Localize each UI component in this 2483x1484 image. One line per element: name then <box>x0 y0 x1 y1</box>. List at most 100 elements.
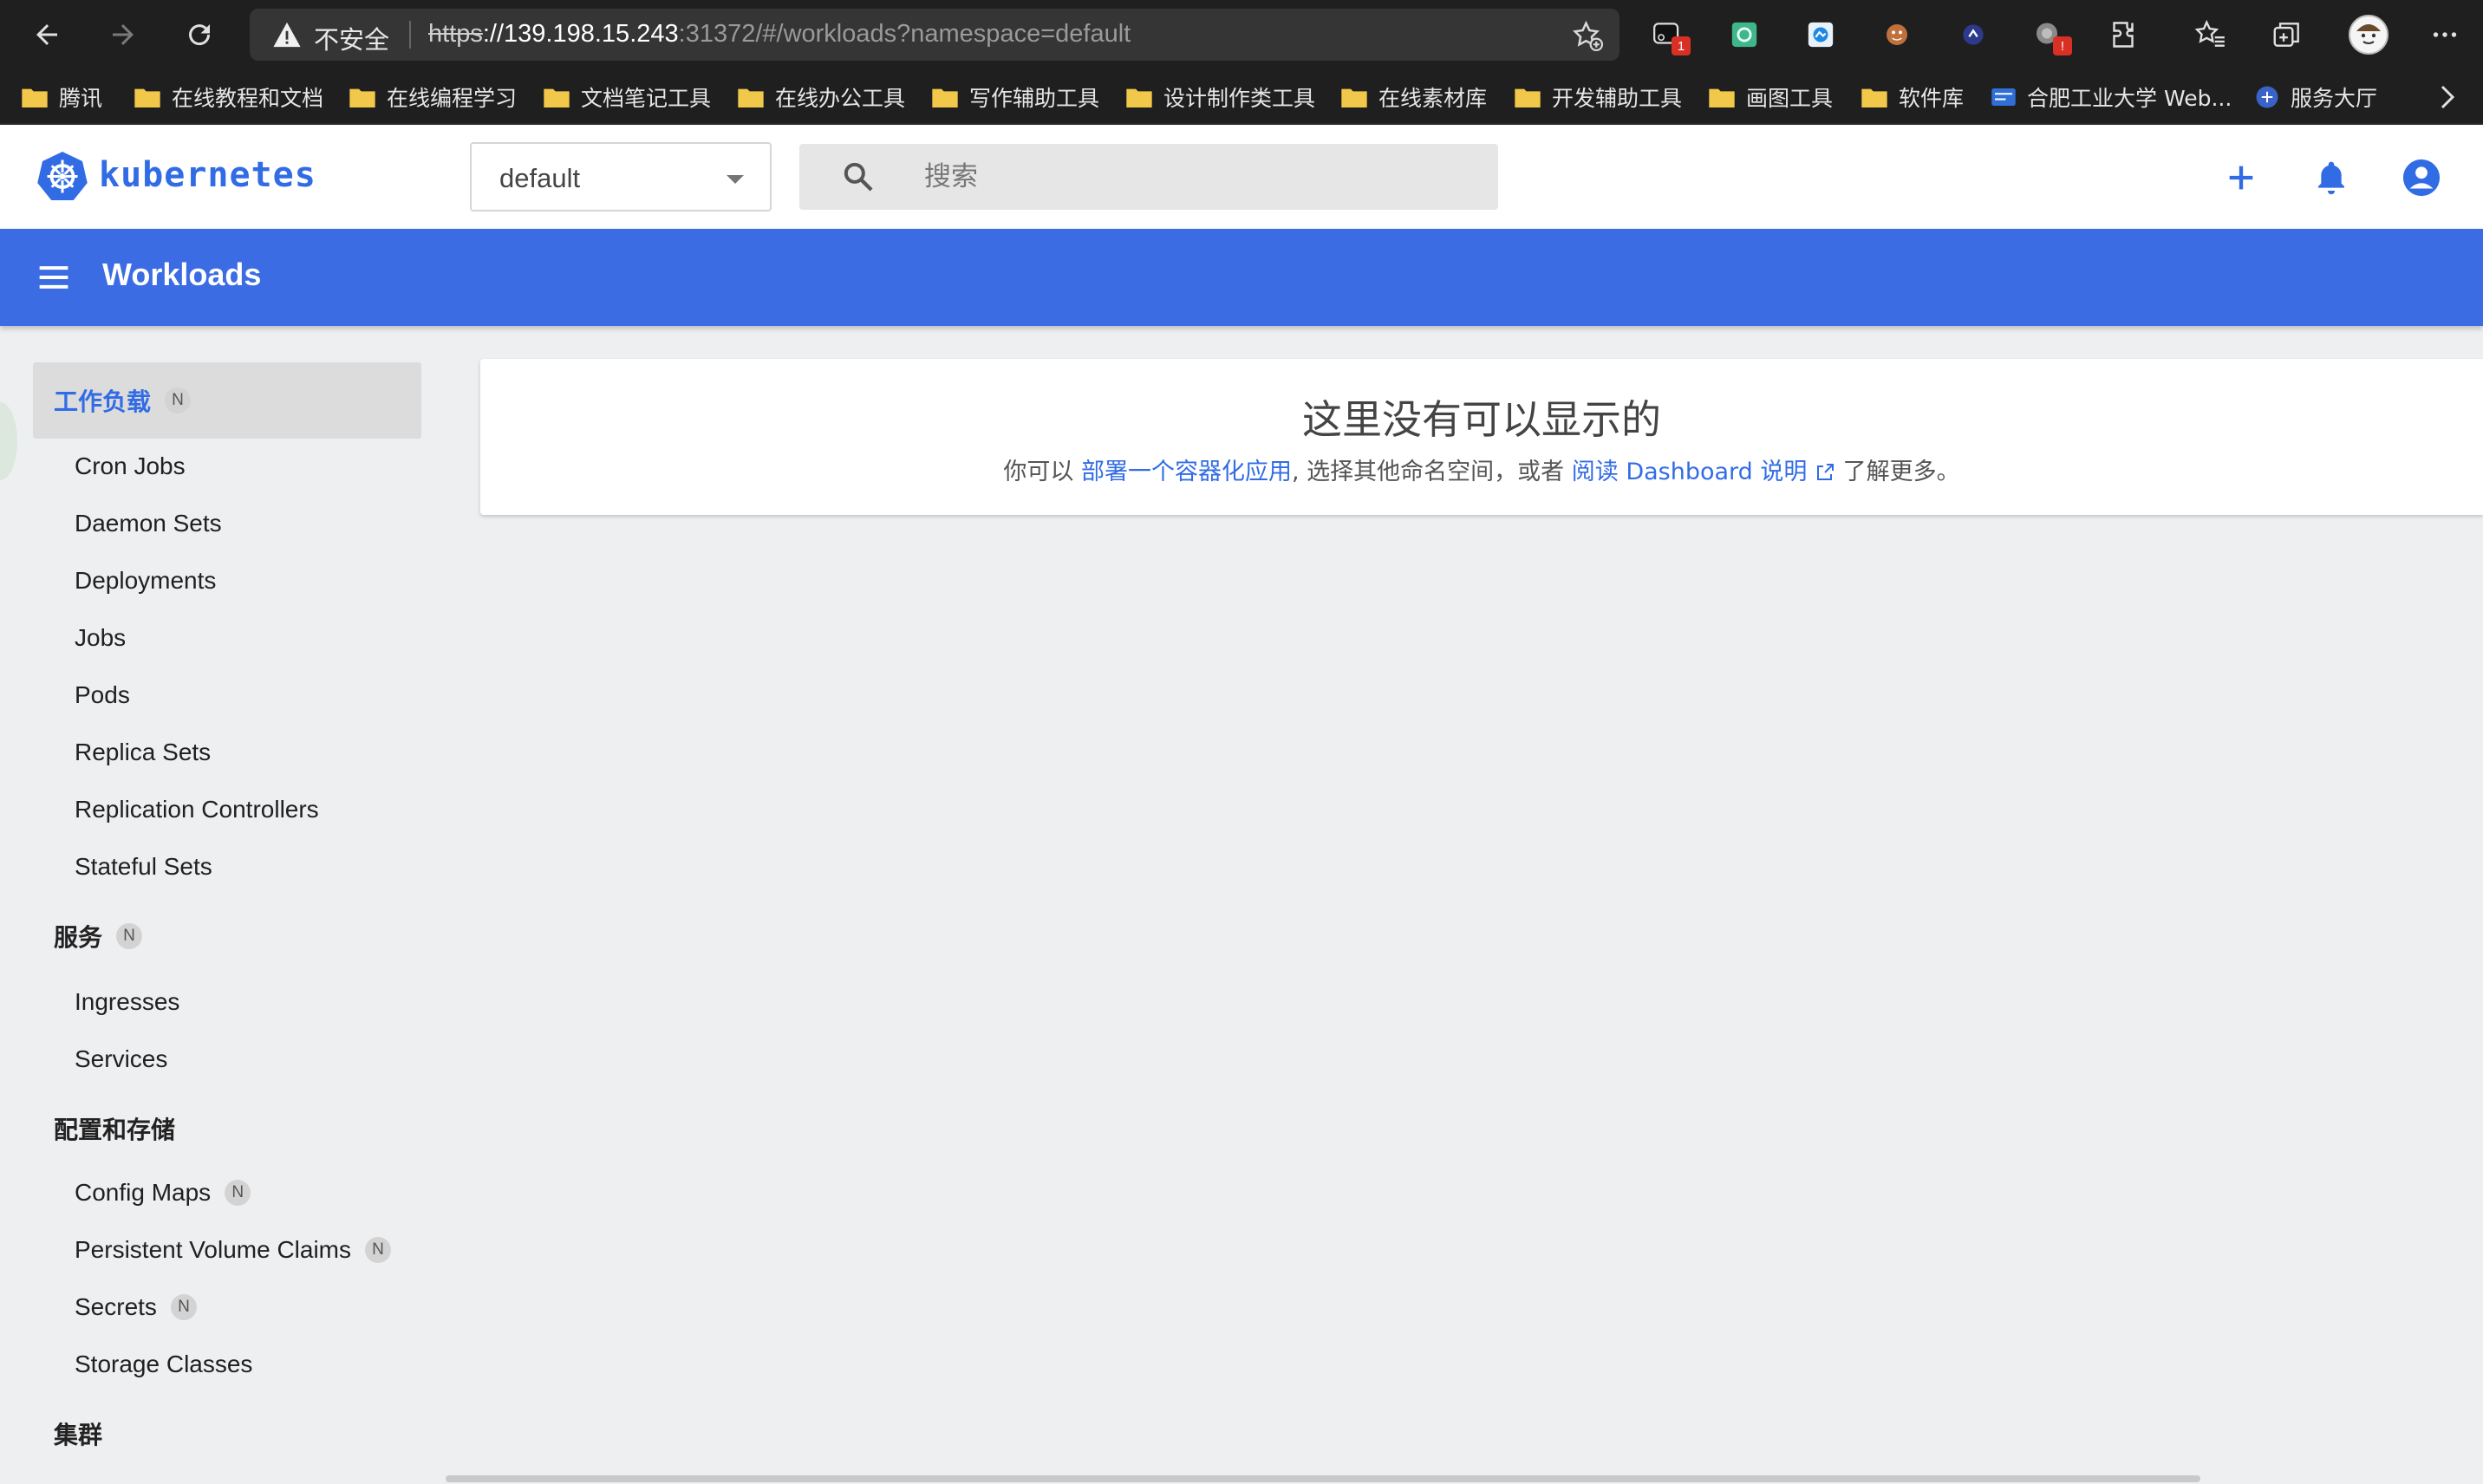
bookmark-folder[interactable]: 设计制作类工具 <box>1125 80 1315 114</box>
hamburger-menu-icon[interactable] <box>35 260 73 299</box>
bookmark-label: 腾讯 <box>59 86 103 111</box>
sidebar-section-services[interactable]: 服务 N <box>54 919 143 954</box>
sidebar-item-label: Stateful Sets <box>75 853 212 880</box>
bookmark-folder[interactable]: 在线编程学习 <box>349 80 517 114</box>
bookmark-label: 文档笔记工具 <box>581 86 712 111</box>
namespaced-badge: N <box>365 1237 392 1263</box>
search-input[interactable] <box>922 144 1477 210</box>
folder-icon <box>932 88 958 107</box>
back-arrow-icon[interactable] <box>24 12 69 57</box>
folder-icon <box>134 88 160 107</box>
bookmark-site[interactable]: 合肥工业大学 Web... <box>1991 80 2232 114</box>
warning-icon[interactable] <box>272 21 302 53</box>
sidebar-item-cron-jobs[interactable]: Cron Jobs <box>75 452 186 480</box>
sidebar-item-stateful-sets[interactable]: Stateful Sets <box>75 853 212 881</box>
horizontal-scrollbar[interactable] <box>446 1475 2200 1482</box>
bookmarks-bar: 腾讯 在线教程和文档 在线编程学习 文档笔记工具 在线办公工具 写作辅助工具 设… <box>0 69 2483 125</box>
docs-link-label: 阅读 Dashboard 说明 <box>1571 459 1808 485</box>
reload-icon[interactable] <box>177 12 222 57</box>
sidebar-section-label: 工作负载 <box>54 387 152 416</box>
kubernetes-helm-icon <box>37 152 88 200</box>
page-toolbar: Workloads <box>0 229 2483 326</box>
sidebar-section-workloads[interactable]: 工作负载 N <box>54 383 192 418</box>
favorites-icon[interactable] <box>2193 17 2228 52</box>
sidebar-item-ingresses[interactable]: Ingresses <box>75 988 179 1016</box>
folder-icon <box>349 88 375 107</box>
bookmark-folder[interactable]: 在线素材库 <box>1340 80 1487 114</box>
bookmark-label: 服务大厅 <box>2291 86 2378 111</box>
sidebar-section-label: 服务 <box>54 923 103 952</box>
folder-icon <box>1709 88 1735 107</box>
bookmark-folder[interactable]: 软件库 <box>1861 80 1964 114</box>
sidebar-item-config-maps[interactable]: Config Maps N <box>75 1179 251 1207</box>
bookmark-label: 在线素材库 <box>1378 86 1488 111</box>
sidebar-item-secrets[interactable]: Secrets N <box>75 1293 197 1321</box>
empty-state-description: 你可以 部署一个容器化应用, 选择其他命名空间，或者 阅读 Dashboard … <box>480 452 2483 486</box>
sidebar-item-replica-sets[interactable]: Replica Sets <box>75 739 211 766</box>
folder-icon <box>1515 88 1541 107</box>
create-plus-icon[interactable] <box>2219 156 2263 199</box>
bookmark-folder[interactable]: 画图工具 <box>1708 80 1833 114</box>
dashboard-docs-link[interactable]: 阅读 Dashboard 说明 <box>1572 459 1835 485</box>
extension-6-icon[interactable]: ! <box>2032 17 2072 55</box>
empty-state-middle: , 选择其他命名空间，或者 <box>1292 459 1572 485</box>
extension-2-icon[interactable] <box>1727 17 1762 52</box>
bookmark-label: 在线教程和文档 <box>172 86 324 111</box>
search-box[interactable] <box>799 144 1498 210</box>
url-path: :31372/#/workloads?namespace=default <box>678 20 1131 48</box>
extension-5-icon[interactable] <box>1956 17 1991 52</box>
sidebar-item-pods[interactable]: Pods <box>75 681 130 709</box>
bookmark-folder[interactable]: 在线办公工具 <box>737 80 905 114</box>
sidebar-item-persistent-volume-claims[interactable]: Persistent Volume Claims N <box>75 1236 392 1264</box>
sidebar-item-services[interactable]: Services <box>75 1045 167 1073</box>
profile-avatar[interactable] <box>2346 12 2391 57</box>
bookmark-folder[interactable]: 开发辅助工具 <box>1514 80 1682 114</box>
bookmark-label: 合肥工业大学 Web... <box>2027 86 2232 111</box>
namespace-select[interactable]: default <box>470 142 772 212</box>
bookmark-folder[interactable]: 在线教程和文档 <box>134 80 323 114</box>
bookmark-site[interactable]: 服务大厅 <box>2254 80 2377 114</box>
forward-arrow-icon[interactable] <box>101 12 146 57</box>
kubernetes-logo[interactable]: kubernetes <box>36 149 316 201</box>
sidebar-section-cluster[interactable]: 集群 <box>54 1416 102 1451</box>
folder-icon <box>544 88 570 107</box>
empty-state-prefix: 你可以 <box>1003 459 1081 485</box>
sidebar-item-jobs[interactable]: Jobs <box>75 624 126 652</box>
extensions-puzzle-icon[interactable] <box>2108 17 2143 52</box>
extension-1-icon[interactable]: 1 <box>1651 17 1691 55</box>
namespaced-badge: N <box>225 1180 251 1206</box>
insecure-label[interactable]: 不安全 <box>314 20 389 56</box>
more-options-icon[interactable] <box>2428 17 2462 52</box>
account-circle-icon[interactable] <box>2400 156 2443 199</box>
sidebar-item-replication-controllers[interactable]: Replication Controllers <box>75 796 319 823</box>
sidebar-item-label: Cron Jobs <box>75 452 186 479</box>
notifications-bell-icon[interactable] <box>2310 156 2353 199</box>
app-header: kubernetes default <box>0 125 2483 229</box>
bookmark-folder[interactable]: 腾讯 <box>21 80 102 114</box>
address-bar[interactable]: 不安全 https://139.198.15.243:31372/#/workl… <box>250 9 1619 61</box>
bookmark-folder[interactable]: 写作辅助工具 <box>931 80 1099 114</box>
bookmark-label: 在线编程学习 <box>387 86 518 111</box>
sidebar-section-config-storage[interactable]: 配置和存储 <box>54 1111 175 1146</box>
collections-icon[interactable] <box>2270 17 2304 52</box>
namespaced-badge: N <box>116 923 143 949</box>
sidebar-item-daemon-sets[interactable]: Daemon Sets <box>75 510 222 537</box>
folder-icon <box>1341 88 1367 107</box>
browser-toolbar: 不安全 https://139.198.15.243:31372/#/workl… <box>0 0 2483 69</box>
folder-icon <box>1861 88 1887 107</box>
extension-3-icon[interactable] <box>1803 17 1838 52</box>
bookmark-label: 软件库 <box>1899 86 1965 111</box>
add-favorite-icon[interactable] <box>1571 19 1604 56</box>
sidebar-item-label: Daemon Sets <box>75 510 222 537</box>
bookmark-folder[interactable]: 文档笔记工具 <box>543 80 711 114</box>
url-text[interactable]: https://139.198.15.243:31372/#/workloads… <box>428 20 1131 49</box>
deploy-app-link[interactable]: 部署一个容器化应用 <box>1081 459 1292 485</box>
empty-state-suffix: 了解更多。 <box>1835 459 1960 485</box>
sidebar-item-deployments[interactable]: Deployments <box>75 567 216 595</box>
bookmark-label: 写作辅助工具 <box>969 86 1100 111</box>
sidebar-nav: 工作负载 N Cron Jobs Daemon Sets Deployments… <box>0 326 442 1484</box>
bookmarks-overflow-chevron-icon[interactable] <box>2436 80 2469 114</box>
sidebar-item-storage-classes[interactable]: Storage Classes <box>75 1351 252 1378</box>
extension-4-icon[interactable] <box>1880 17 1914 52</box>
sidebar-item-label: Replication Controllers <box>75 796 319 823</box>
